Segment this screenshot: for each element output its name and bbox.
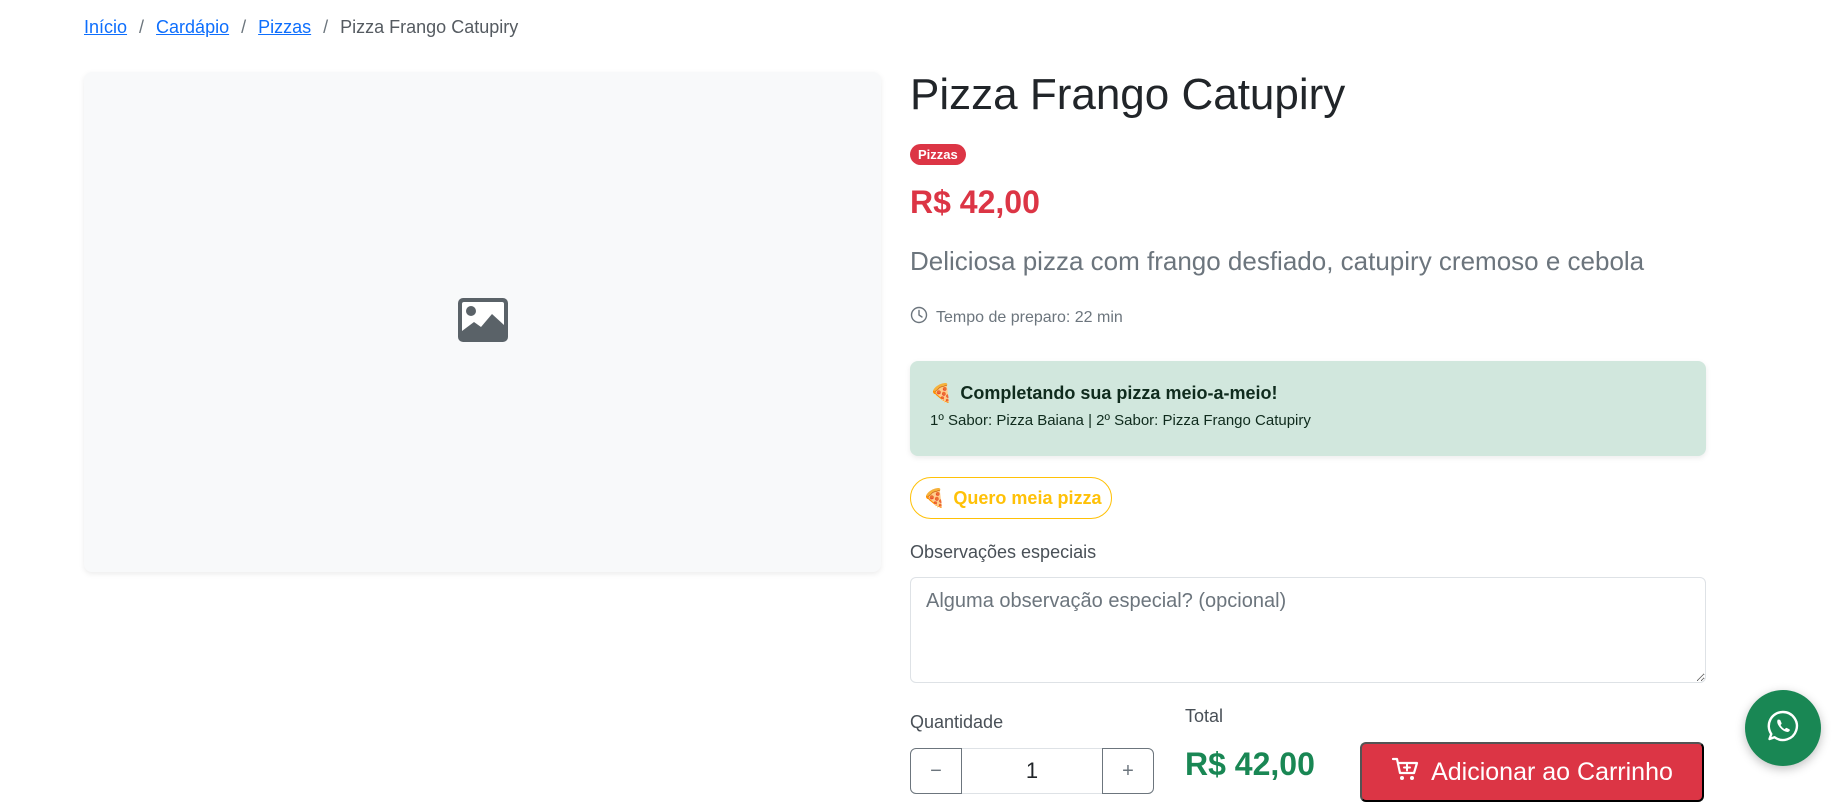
clock-icon [910, 306, 928, 329]
image-icon [457, 297, 509, 348]
whatsapp-button[interactable] [1745, 690, 1821, 766]
add-to-cart-button[interactable]: Adicionar ao Carrinho [1360, 742, 1704, 802]
decrease-quantity-button[interactable]: − [910, 748, 962, 794]
breadcrumb-home-link[interactable]: Início [84, 17, 127, 38]
pizza-icon: 🍕 [923, 487, 946, 508]
half-pizza-button[interactable]: 🍕 Quero meia pizza [910, 477, 1113, 519]
breadcrumb-separator: / [323, 17, 329, 37]
breadcrumb: Início / Cardápio / Pizzas / Pizza Frang… [84, 17, 518, 38]
product-price: R$ 42,00 [910, 184, 1040, 220]
half-pizza-heading: 🍕 Completando sua pizza meio-a-meio! [930, 383, 1686, 404]
observations-label: Observações especiais [910, 542, 1097, 562]
breadcrumb-menu-link[interactable]: Cardápio [156, 17, 229, 38]
quantity-label: Quantidade [910, 712, 1004, 732]
pizza-icon: 🍕 [930, 383, 953, 403]
category-badge: Pizzas [910, 144, 966, 165]
product-title: Pizza Frango Catupiry [910, 70, 1346, 119]
half-pizza-heading-text: Completando sua pizza meio-a-meio! [960, 383, 1278, 403]
product-image [84, 72, 881, 572]
whatsapp-icon [1766, 709, 1800, 748]
breadcrumb-separator: / [241, 17, 247, 37]
product-description: Deliciosa pizza com frango desfiado, cat… [910, 246, 1645, 276]
half-pizza-button-label: Quero meia pizza [953, 487, 1102, 508]
prep-time-text: Tempo de preparo: 22 min [936, 308, 1123, 326]
add-to-cart-label: Adicionar ao Carrinho [1431, 757, 1673, 786]
quantity-value[interactable]: 1 [962, 748, 1102, 794]
breadcrumb-current: Pizza Frango Catupiry [340, 17, 519, 37]
observations-input[interactable] [910, 577, 1706, 683]
breadcrumb-category-link[interactable]: Pizzas [258, 17, 311, 38]
breadcrumb-separator: / [139, 17, 145, 37]
cart-plus-icon [1391, 755, 1419, 790]
quantity-stepper: − 1 + [910, 748, 1154, 794]
half-pizza-alert: 🍕 Completando sua pizza meio-a-meio! 1º … [910, 361, 1706, 456]
total-value: R$ 42,00 [1185, 746, 1315, 782]
increase-quantity-button[interactable]: + [1102, 748, 1154, 794]
total-label: Total [1185, 706, 1224, 726]
prep-time: Tempo de preparo: 22 min [910, 306, 1123, 329]
half-pizza-flavors: 1º Sabor: Pizza Baiana | 2º Sabor: Pizza… [930, 412, 1311, 429]
